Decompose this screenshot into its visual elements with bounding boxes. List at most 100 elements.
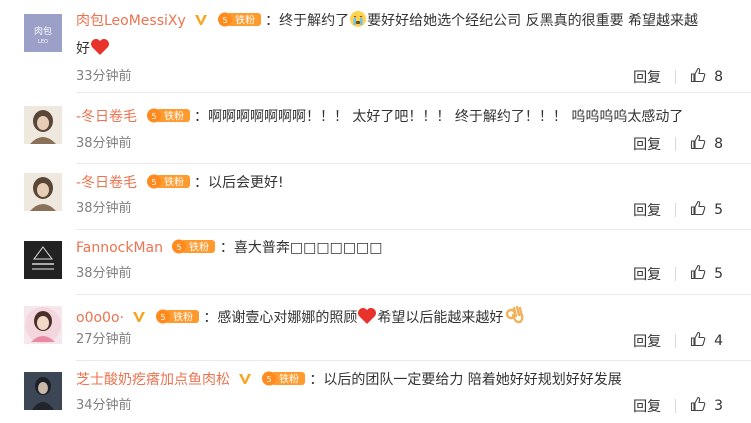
- separator: [76, 92, 751, 93]
- verified-v-icon: [238, 371, 252, 393]
- reply-button[interactable]: 回复: [633, 134, 661, 154]
- comment-actions: 回复 8: [633, 67, 723, 87]
- separator: [76, 360, 751, 361]
- reply-button[interactable]: 回复: [633, 396, 661, 416]
- like-count: 5: [714, 202, 723, 218]
- avatar-text: 肉包: [34, 25, 52, 37]
- comment-text-cont: 要好好给她选个经纪公司 反黑真的很重要 希望越来越: [367, 13, 699, 29]
- avatar[interactable]: [24, 173, 62, 211]
- comment-text: ：喜大普奔□□□□□□□: [219, 240, 383, 256]
- username-link[interactable]: o0o0o·: [76, 310, 124, 326]
- like-count: 8: [714, 136, 723, 152]
- reply-button[interactable]: 回复: [633, 264, 661, 284]
- divider: [675, 334, 677, 348]
- thumbs-up-icon: [690, 331, 706, 351]
- comment-time: 33分钟前: [76, 69, 132, 84]
- comment-text: ：以后会更好!: [193, 175, 284, 191]
- fan-badge[interactable]: 5 铁粉: [155, 308, 199, 331]
- comment-time: 38分钟前: [76, 201, 132, 216]
- svg-text:5: 5: [222, 16, 227, 25]
- separator: [76, 163, 751, 164]
- fan-badge-label: 铁粉: [189, 241, 209, 254]
- username-link[interactable]: 肉包LeoMessiXy: [76, 13, 186, 29]
- like-count: 4: [714, 333, 723, 349]
- avatar[interactable]: [24, 306, 62, 344]
- comment-item: 芝士酸奶疙瘩加点鱼肉松 5 铁粉 ：以后的团队一定要给力 陪着她好好规划好好发展 …: [0, 360, 751, 423]
- avatar[interactable]: [24, 372, 62, 410]
- fan-badge[interactable]: 5 铁粉: [217, 11, 261, 34]
- svg-text:5: 5: [266, 375, 271, 384]
- comment-item: FannockMan 5 铁粉 ：喜大普奔□□□□□□□ 38分钟前 回复 5: [0, 229, 751, 294]
- comment-time: 38分钟前: [76, 136, 132, 151]
- thumbs-up-icon: [690, 67, 706, 87]
- thumbs-up-icon: [690, 396, 706, 416]
- fan-badge-label: 铁粉: [235, 14, 255, 27]
- like-count: 8: [714, 69, 723, 85]
- username-link[interactable]: FannockMan: [76, 240, 163, 256]
- fan-badge-label: 铁粉: [173, 311, 193, 324]
- reply-button[interactable]: 回复: [633, 67, 661, 87]
- comment-text-line2: 好: [76, 41, 90, 57]
- comment-item: o0o0o· 5 铁粉 ：感谢壹心对娜娜的照顾 希望以后能越来越好 27分钟前 回复…: [0, 294, 751, 360]
- verified-v-icon: [132, 309, 146, 331]
- username-link[interactable]: -冬日卷毛: [76, 109, 137, 125]
- like-button[interactable]: 3: [690, 396, 723, 416]
- avatar[interactable]: 肉包 LEO: [24, 14, 62, 52]
- username-link[interactable]: -冬日卷毛: [76, 175, 137, 191]
- reply-button[interactable]: 回复: [633, 200, 661, 220]
- comment-actions: 回复 5: [633, 200, 723, 220]
- username-link[interactable]: 芝士酸奶疙瘩加点鱼肉松: [76, 372, 230, 388]
- like-button[interactable]: 8: [690, 134, 723, 154]
- comment-time: 38分钟前: [76, 266, 132, 281]
- heart-icon: [90, 38, 110, 63]
- like-count: 5: [714, 266, 723, 282]
- comment-actions: 回复 3: [633, 396, 723, 416]
- comment-list: 肉包 LEO 肉包LeoMessiXy 5 铁粉 ：终于解约了 要好好给她选个经纪公…: [0, 0, 751, 423]
- crying-face-emoji-icon: [349, 10, 367, 35]
- comment-item: -冬日卷毛 5 铁粉 ：以后会更好! 38分钟前 回复 5: [0, 163, 751, 229]
- svg-text:5: 5: [151, 112, 156, 121]
- comment-item: -冬日卷毛 5 铁粉 ：啊啊啊啊啊啊啊！！！ 太好了吧！！！ 终于解约了！！！ 呜…: [0, 92, 751, 163]
- svg-text:5: 5: [151, 178, 156, 187]
- avatar-subtext: LEO: [38, 39, 48, 45]
- fan-badge[interactable]: 5 铁粉: [261, 370, 305, 393]
- fan-badge[interactable]: 5 铁粉: [146, 107, 190, 130]
- separator: [76, 294, 751, 295]
- like-count: 3: [714, 398, 723, 414]
- comment-time: 27分钟前: [76, 332, 132, 347]
- fan-badge-label: 铁粉: [279, 373, 299, 386]
- like-button[interactable]: 5: [690, 264, 723, 284]
- comment-text-cont: 希望以后能越来越好: [377, 310, 504, 326]
- fan-badge[interactable]: 5 铁粉: [171, 238, 216, 261]
- comment-item: 肉包 LEO 肉包LeoMessiXy 5 铁粉 ：终于解约了 要好好给她选个经纪公…: [0, 0, 751, 92]
- ok-hand-emoji-icon: [503, 303, 525, 332]
- divider: [675, 70, 677, 84]
- comment-text: ：感谢壹心对娜娜的照顾: [203, 310, 358, 326]
- avatar[interactable]: [24, 106, 62, 144]
- fan-badge-label: 铁粉: [164, 110, 184, 123]
- reply-button[interactable]: 回复: [633, 331, 661, 351]
- comment-text: ：啊啊啊啊啊啊啊！！！ 太好了吧！！！ 终于解约了！！！ 呜呜呜呜太感动了: [193, 109, 684, 125]
- heart-icon: [357, 307, 377, 332]
- separator: [76, 229, 751, 230]
- thumbs-up-icon: [690, 264, 706, 284]
- svg-text:5: 5: [160, 313, 165, 322]
- divider: [675, 399, 677, 413]
- avatar[interactable]: [24, 241, 62, 279]
- comment-actions: 回复 4: [633, 331, 723, 351]
- like-button[interactable]: 8: [690, 67, 723, 87]
- fan-badge[interactable]: 5 铁粉: [146, 173, 190, 196]
- like-button[interactable]: 4: [690, 331, 723, 351]
- thumbs-up-icon: [690, 200, 706, 220]
- thumbs-up-icon: [690, 134, 706, 154]
- comment-text: ：以后的团队一定要给力 陪着她好好规划好好发展: [309, 372, 622, 388]
- divider: [675, 137, 677, 151]
- divider: [675, 203, 677, 217]
- comment-actions: 回复 8: [633, 134, 723, 154]
- comment-actions: 回复 5: [633, 264, 723, 284]
- verified-v-icon: [194, 12, 208, 34]
- comment-text: ：终于解约了: [265, 13, 350, 29]
- comment-time: 34分钟前: [76, 398, 132, 413]
- divider: [675, 267, 677, 281]
- like-button[interactable]: 5: [690, 200, 723, 220]
